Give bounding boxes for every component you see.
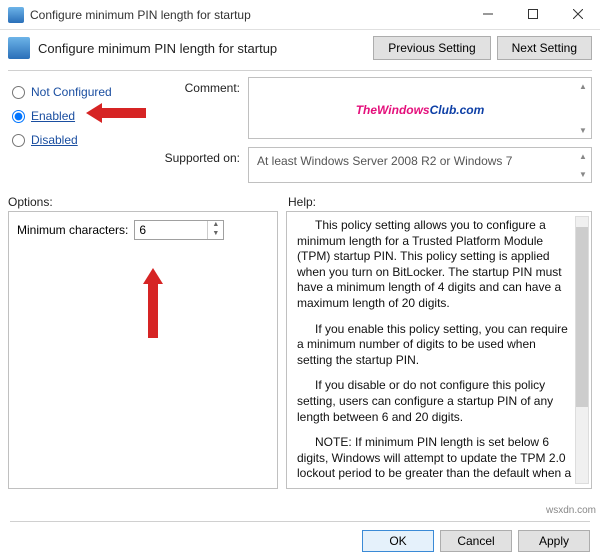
help-panel: This policy setting allows you to config…	[286, 211, 592, 489]
radio-not-configured-label: Not Configured	[31, 85, 112, 99]
next-setting-button[interactable]: Next Setting	[497, 36, 592, 60]
min-chars-label: Minimum characters:	[17, 223, 128, 237]
watermark: TheWindowsClub.com	[356, 97, 485, 120]
maximize-button[interactable]	[510, 0, 555, 28]
help-p2: If you enable this policy setting, you c…	[297, 322, 573, 369]
supported-value-box: At least Windows Server 2008 R2 or Windo…	[248, 147, 592, 183]
radio-disabled[interactable]: Disabled	[12, 133, 158, 147]
radio-enabled-input[interactable]	[12, 110, 25, 123]
title-bar: Configure minimum PIN length for startup	[0, 0, 600, 30]
source-credit: wsxdn.com	[546, 505, 596, 516]
min-chars-spinner[interactable]: 6 ▲ ▼	[134, 220, 224, 240]
supported-value: At least Windows Server 2008 R2 or Windo…	[257, 154, 512, 168]
apply-button[interactable]: Apply	[518, 530, 590, 552]
radio-not-configured[interactable]: Not Configured	[12, 85, 158, 99]
divider	[8, 70, 592, 71]
radio-disabled-input[interactable]	[12, 134, 25, 147]
help-p1: This policy setting allows you to config…	[297, 218, 573, 312]
close-button[interactable]	[555, 0, 600, 28]
page-title: Configure minimum PIN length for startup	[38, 41, 367, 56]
help-p3: If you disable or do not configure this …	[297, 378, 573, 425]
options-label: Options:	[8, 195, 288, 209]
comment-label: Comment:	[158, 77, 248, 139]
comment-textarea[interactable]: TheWindowsClub.com ▲▼	[248, 77, 592, 139]
spinner-down-icon[interactable]: ▼	[208, 230, 223, 239]
app-icon	[8, 7, 24, 23]
policy-icon	[8, 37, 30, 59]
minimize-button[interactable]	[465, 0, 510, 28]
help-label: Help:	[288, 195, 592, 209]
ok-button[interactable]: OK	[362, 530, 434, 552]
help-p4: NOTE: If minimum PIN length is set below…	[297, 435, 573, 482]
supported-label: Supported on:	[158, 147, 248, 183]
previous-setting-button[interactable]: Previous Setting	[373, 36, 490, 60]
radio-enabled-label: Enabled	[31, 109, 75, 123]
help-scrollbar[interactable]	[575, 216, 589, 484]
comment-scrollbar[interactable]: ▲▼	[575, 78, 591, 138]
supported-scrollbar[interactable]: ▲▼	[575, 148, 591, 182]
min-chars-value[interactable]: 6	[135, 221, 207, 239]
radio-enabled[interactable]: Enabled	[12, 109, 158, 123]
cancel-button[interactable]: Cancel	[440, 530, 512, 552]
help-text: This policy setting allows you to config…	[297, 218, 587, 482]
radio-not-configured-input[interactable]	[12, 86, 25, 99]
spinner-up-icon[interactable]: ▲	[208, 221, 223, 230]
options-panel: Minimum characters: 6 ▲ ▼	[8, 211, 278, 489]
radio-disabled-label: Disabled	[31, 133, 78, 147]
